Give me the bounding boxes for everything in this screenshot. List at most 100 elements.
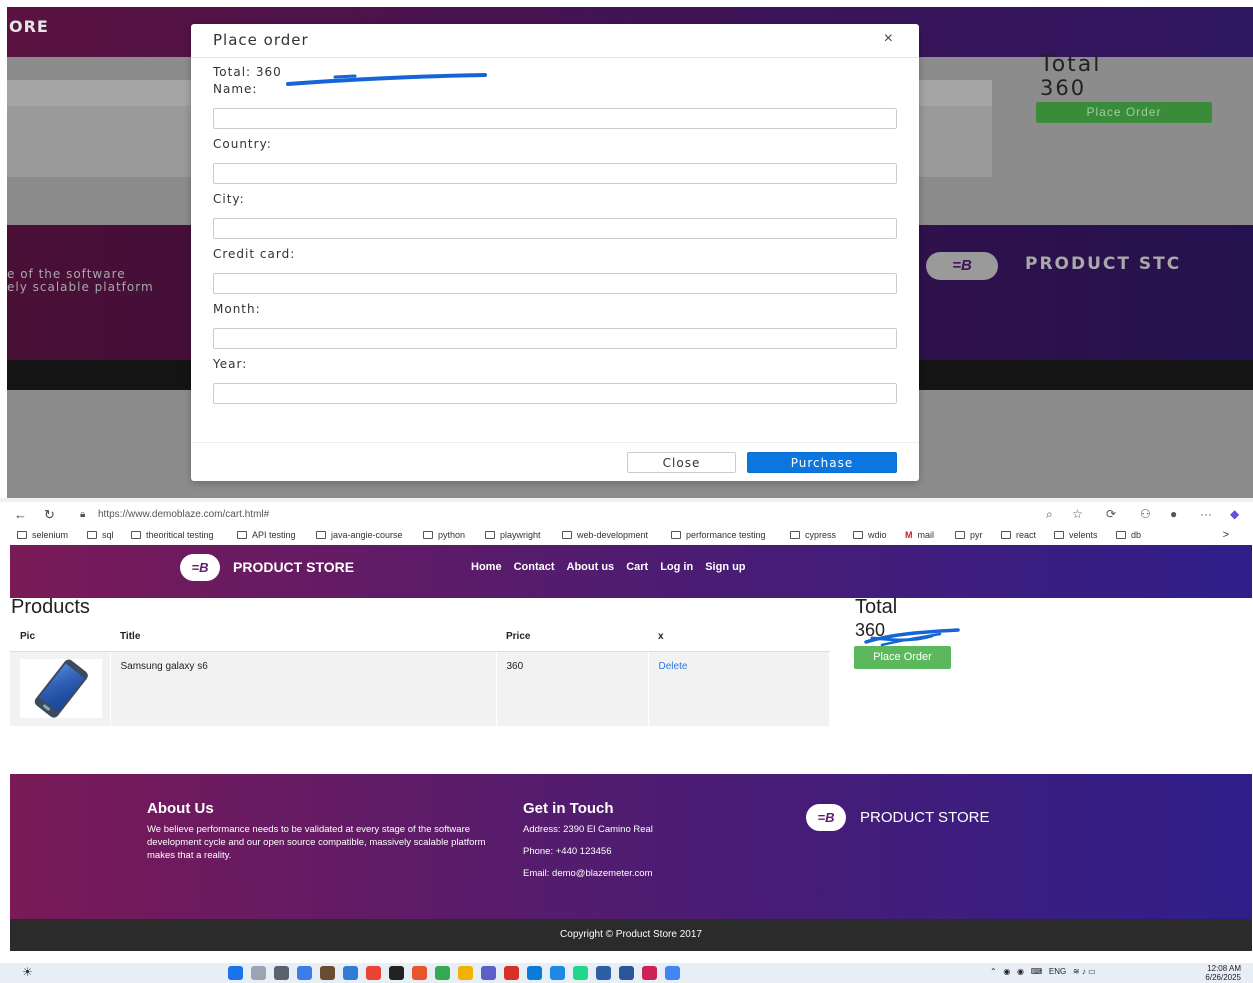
- nav-cart[interactable]: Cart: [626, 561, 648, 573]
- postman-icon[interactable]: [412, 966, 427, 980]
- file-explorer-icon[interactable]: [458, 966, 473, 980]
- tray-app-icon[interactable]: ◉: [1003, 967, 1010, 976]
- bookmark-folder[interactable]: selenium: [17, 530, 68, 540]
- search-icon[interactable]: [251, 966, 266, 980]
- more-menu-icon[interactable]: ···: [1200, 507, 1212, 521]
- windows-taskbar: ☀︎ ⌃ ◉ ◉ ⌨︎ ENG ≋ ♪ ▭ 12:08 AM 6/26/2025: [0, 963, 1253, 983]
- nav-contact[interactable]: Contact: [514, 561, 555, 573]
- name-label: Name:: [213, 82, 258, 96]
- weather-icon[interactable]: ☀︎: [22, 965, 33, 979]
- store-brand[interactable]: PRODUCT STORE: [233, 559, 354, 575]
- modal-footer-divider: [191, 442, 919, 443]
- bookmark-folder[interactable]: theoritical testing: [131, 530, 214, 540]
- language-indicator[interactable]: ENG: [1049, 967, 1066, 976]
- chrome-icon[interactable]: [366, 966, 381, 980]
- folder-icon: [853, 531, 863, 539]
- tray-app-icon[interactable]: ◉: [1017, 967, 1024, 976]
- bookmark-folder[interactable]: performance testing: [671, 530, 766, 540]
- extensions-icon[interactable]: ⚇: [1140, 507, 1151, 521]
- widgets-icon[interactable]: [297, 966, 312, 980]
- column-header-x: x: [648, 622, 830, 652]
- task-view-icon[interactable]: [274, 966, 289, 980]
- vscode-icon[interactable]: [550, 966, 565, 980]
- folder-icon: [316, 531, 326, 539]
- background-total-label: Total: [1040, 52, 1102, 77]
- background-place-order-button[interactable]: Place Order: [1036, 102, 1212, 123]
- column-header-title: Title: [110, 622, 496, 652]
- delete-link[interactable]: Delete: [659, 661, 688, 672]
- credit-card-field[interactable]: [213, 273, 897, 294]
- bookmark-folder[interactable]: wdio: [853, 530, 887, 540]
- folder-icon: [17, 531, 27, 539]
- sync-icon[interactable]: ⟳: [1106, 507, 1116, 521]
- wifi-icon[interactable]: ≋: [1073, 967, 1080, 976]
- bookmark-folder[interactable]: web-development: [562, 530, 648, 540]
- bookmark-folder[interactable]: sql: [87, 530, 114, 540]
- bookmark-folder[interactable]: python: [423, 530, 465, 540]
- nav-links: Home Contact About us Cart Log in Sign u…: [471, 561, 746, 573]
- edge-icon[interactable]: [527, 966, 542, 980]
- volume-icon[interactable]: ♪: [1082, 967, 1086, 976]
- favorite-icon[interactable]: ☆: [1072, 507, 1083, 521]
- bookmark-folder[interactable]: playwright: [485, 530, 541, 540]
- search-icon[interactable]: ⌕: [1046, 507, 1053, 522]
- folder-icon: [671, 531, 681, 539]
- back-icon[interactable]: ←: [14, 507, 27, 522]
- name-field[interactable]: [213, 108, 897, 129]
- bookmark-folder[interactable]: API testing: [237, 530, 296, 540]
- app-icon[interactable]: [504, 966, 519, 980]
- teams-icon[interactable]: [481, 966, 496, 980]
- product-price-cell: 360: [496, 651, 649, 726]
- pycharm-icon[interactable]: [573, 966, 588, 980]
- purchase-button[interactable]: Purchase: [747, 452, 897, 473]
- battery-icon[interactable]: ▭: [1088, 967, 1096, 976]
- refresh-icon[interactable]: ↻: [44, 507, 55, 523]
- store-logo-icon[interactable]: =B: [180, 554, 220, 581]
- app-icon[interactable]: [435, 966, 450, 980]
- bookmark-folder[interactable]: cypress: [790, 530, 836, 540]
- folder-icon: [1001, 531, 1011, 539]
- word-icon[interactable]: [619, 966, 634, 980]
- bookmark-folder[interactable]: db: [1116, 530, 1141, 540]
- month-field[interactable]: [213, 328, 897, 349]
- year-field[interactable]: [213, 383, 897, 404]
- nav-about-us[interactable]: About us: [567, 561, 615, 573]
- nav-sign-up[interactable]: Sign up: [705, 561, 745, 573]
- app-icon[interactable]: [665, 966, 680, 980]
- country-field[interactable]: [213, 163, 897, 184]
- bookmark-mail[interactable]: Mmail: [905, 530, 934, 540]
- place-order-button[interactable]: Place Order: [854, 646, 951, 669]
- app-icon[interactable]: [642, 966, 657, 980]
- keyboard-icon[interactable]: ⌨︎: [1031, 967, 1043, 976]
- address-text: Address: 2390 El Camino Real: [523, 824, 653, 835]
- nav-home[interactable]: Home: [471, 561, 502, 573]
- tray-chevron-icon[interactable]: ⌃: [990, 967, 997, 976]
- system-tray: ⌃ ◉ ◉ ⌨︎ ENG ≋ ♪ ▭: [990, 967, 1096, 976]
- city-field[interactable]: [213, 218, 897, 239]
- bookmark-folder[interactable]: react: [1001, 530, 1036, 540]
- close-button[interactable]: Close: [627, 452, 736, 473]
- close-icon[interactable]: ×: [884, 30, 893, 48]
- app-icon[interactable]: [596, 966, 611, 980]
- folder-icon: [485, 531, 495, 539]
- place-order-modal: Place order × Total: 360 Name: Country: …: [191, 24, 919, 481]
- country-label: Country:: [213, 137, 272, 151]
- app-icon[interactable]: [343, 966, 358, 980]
- address-bar-row: ← ↻ 🔒︎ https://www.demoblaze.com/cart.ht…: [0, 502, 1253, 527]
- bookmarks-more-icon[interactable]: >: [1223, 529, 1229, 541]
- profile-icon[interactable]: ●: [1170, 507, 1177, 521]
- products-title: Products: [11, 596, 90, 618]
- copilot-icon[interactable]: ◆: [1230, 507, 1239, 521]
- nav-log-in[interactable]: Log in: [660, 561, 693, 573]
- bookmark-folder[interactable]: velents: [1054, 530, 1098, 540]
- url-bar[interactable]: 🔒︎ https://www.demoblaze.com/cart.html#: [72, 505, 972, 524]
- clock[interactable]: 12:08 AM 6/26/2025: [1205, 964, 1241, 982]
- start-icon[interactable]: [228, 966, 243, 980]
- table-row: Samsung galaxy s6 360 Delete: [10, 651, 830, 726]
- bookmark-folder[interactable]: pyr: [955, 530, 983, 540]
- clock-time: 12:08 AM: [1207, 964, 1241, 973]
- modal-total: Total: 360: [213, 65, 282, 79]
- github-icon[interactable]: [389, 966, 404, 980]
- bookmark-folder[interactable]: java-angie-course: [316, 530, 403, 540]
- app-icon[interactable]: [320, 966, 335, 980]
